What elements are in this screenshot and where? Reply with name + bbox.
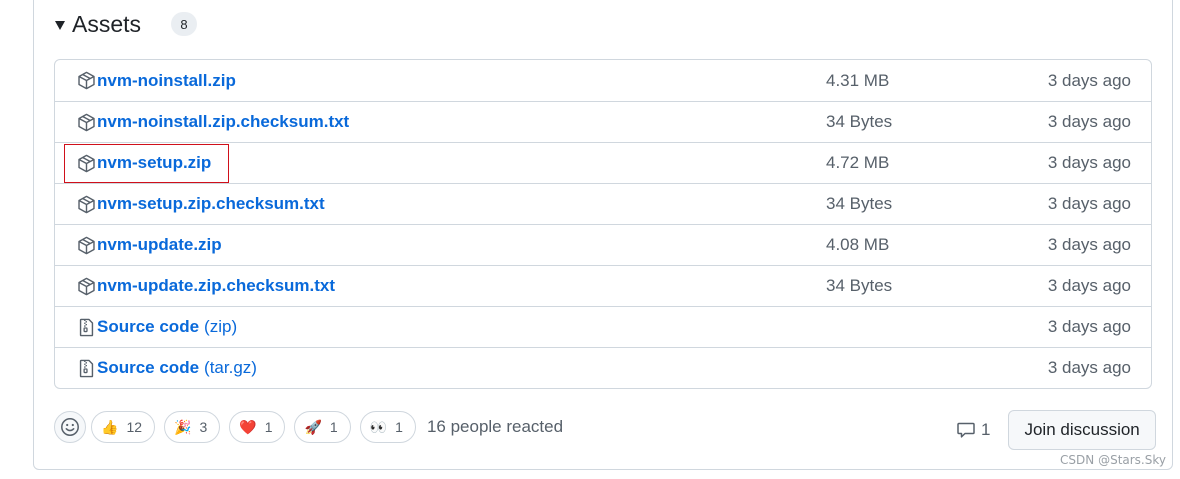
reaction-count: 12 bbox=[126, 419, 143, 435]
asset-link[interactable]: nvm-update.zip.checksum.txt bbox=[97, 276, 335, 296]
asset-time: 3 days ago bbox=[1047, 153, 1131, 172]
assets-header[interactable]: Assets 8 bbox=[55, 7, 198, 41]
caret-down-icon[interactable] bbox=[55, 20, 65, 30]
package-icon bbox=[77, 71, 96, 90]
asset-time: 3 days ago bbox=[1047, 235, 1131, 254]
asset-link[interactable]: nvm-setup.zip.checksum.txt bbox=[97, 194, 325, 214]
asset-size: 34 Bytes bbox=[826, 112, 893, 131]
file-zip-icon bbox=[77, 359, 96, 378]
assets-title: Assets bbox=[72, 10, 142, 37]
add-reaction-button[interactable] bbox=[54, 411, 86, 443]
package-icon bbox=[77, 277, 96, 296]
heart-icon: ❤️ bbox=[239, 419, 257, 435]
asset-row: nvm-noinstall.zip 4.31 MB 3 days ago bbox=[55, 60, 1151, 101]
reaction-count: 1 bbox=[264, 419, 273, 435]
asset-size: 4.72 MB bbox=[826, 153, 890, 172]
asset-time: 3 days ago bbox=[1047, 194, 1131, 213]
reactions-bar: 👍 12 🎉 3 ❤️ 1 🚀 1 👀 1 16 people reacted bbox=[54, 410, 563, 444]
comment-count: 1 bbox=[981, 420, 991, 439]
asset-time: 3 days ago bbox=[1047, 276, 1131, 295]
discussion-area: 1 Join discussion bbox=[956, 410, 1156, 450]
asset-link[interactable]: nvm-update.zip bbox=[97, 235, 222, 255]
asset-list: nvm-noinstall.zip 4.31 MB 3 days ago nvm… bbox=[54, 59, 1152, 389]
assets-count-badge: 8 bbox=[171, 12, 198, 36]
reaction-thumbs-up[interactable]: 👍 12 bbox=[91, 411, 156, 443]
asset-time: 3 days ago bbox=[1047, 317, 1131, 336]
package-icon bbox=[77, 195, 96, 214]
reaction-eyes[interactable]: 👀 1 bbox=[359, 411, 416, 443]
reaction-rocket[interactable]: 🚀 1 bbox=[294, 411, 351, 443]
rocket-icon: 🚀 bbox=[304, 419, 322, 435]
party-popper-icon: 🎉 bbox=[174, 419, 192, 435]
reactions-summary: 16 people reacted bbox=[426, 417, 564, 436]
package-icon bbox=[77, 236, 96, 255]
asset-size: 4.31 MB bbox=[826, 70, 890, 90]
reaction-count: 1 bbox=[329, 419, 338, 435]
asset-suffix[interactable]: (tar.gz) bbox=[204, 358, 257, 378]
asset-link[interactable]: nvm-noinstall.zip.checksum.txt bbox=[97, 112, 349, 132]
asset-row: nvm-noinstall.zip.checksum.txt 34 Bytes … bbox=[55, 101, 1151, 142]
asset-time: 3 days ago bbox=[1047, 112, 1131, 131]
reaction-heart[interactable]: ❤️ 1 bbox=[229, 411, 286, 443]
asset-size: 34 Bytes bbox=[826, 194, 893, 213]
reaction-count: 1 bbox=[395, 419, 403, 435]
reaction-count: 3 bbox=[199, 419, 208, 435]
smiley-icon bbox=[61, 418, 79, 436]
file-zip-icon bbox=[77, 318, 96, 337]
eyes-icon: 👀 bbox=[369, 419, 388, 435]
asset-row: nvm-setup.zip.checksum.txt 34 Bytes 3 da… bbox=[55, 183, 1151, 224]
thumbs-up-icon: 👍 bbox=[101, 419, 119, 435]
package-icon bbox=[77, 113, 96, 132]
comment-icon bbox=[957, 422, 975, 438]
watermark: CSDN @Stars.Sky bbox=[1060, 453, 1166, 467]
asset-row: nvm-update.zip 4.08 MB 3 days ago bbox=[55, 224, 1151, 265]
asset-suffix[interactable]: (zip) bbox=[204, 317, 237, 337]
asset-link[interactable]: Source code bbox=[97, 358, 199, 378]
asset-link[interactable]: nvm-noinstall.zip bbox=[97, 71, 236, 91]
package-icon bbox=[77, 154, 96, 173]
asset-time: 3 days ago bbox=[1047, 358, 1131, 377]
asset-link[interactable]: nvm-setup.zip bbox=[97, 153, 211, 173]
asset-size: 4.08 MB bbox=[826, 235, 890, 254]
reaction-hooray[interactable]: 🎉 3 bbox=[164, 411, 221, 443]
asset-row: nvm-update.zip.checksum.txt 34 Bytes 3 d… bbox=[55, 265, 1151, 306]
asset-link[interactable]: Source code bbox=[97, 317, 199, 337]
asset-row: Source code (tar.gz) 3 days ago bbox=[55, 347, 1151, 388]
asset-size: 34 Bytes bbox=[826, 276, 893, 295]
join-discussion-button[interactable]: Join discussion bbox=[1008, 410, 1156, 450]
asset-row: nvm-setup.zip 4.72 MB 3 days ago bbox=[55, 142, 1151, 183]
asset-row: Source code (zip) 3 days ago bbox=[55, 306, 1151, 347]
asset-time: 3 days ago bbox=[1047, 70, 1131, 90]
